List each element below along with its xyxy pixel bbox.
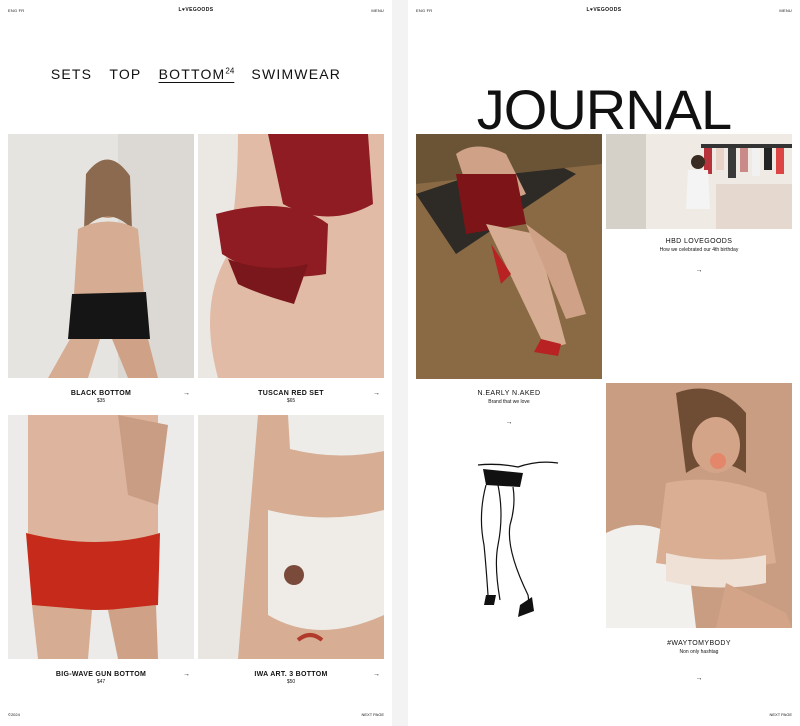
product-image-black-bottom [8, 134, 194, 378]
product-price: $35 [96, 398, 106, 404]
product-name[interactable]: IWA ART. 3 BOTTOM [198, 671, 384, 678]
journal-card-subtitle: Brand that we love [488, 399, 530, 405]
journal-footer: NEXT PAGE [408, 712, 800, 720]
menu-button[interactable]: MENU [371, 8, 384, 13]
product-photo[interactable] [8, 134, 194, 378]
journal-card-hbd[interactable]: HBD LOVEGOODS How we celebrated our 4th … [606, 238, 792, 274]
nav-bottom-label: BOTTOM [158, 66, 226, 82]
journal-image-store [606, 134, 792, 229]
shop-footer: ©2024 NEXT PAGE [0, 712, 392, 720]
journal-topbar: ENG FR L♥VEGOODS MENU [408, 6, 800, 16]
arrow-right-icon[interactable]: → [183, 671, 190, 678]
nav-sets[interactable]: SETS [51, 66, 92, 82]
journal-photo-waytomybody[interactable] [606, 383, 792, 628]
product-meta: TUSCAN RED SET $65 → [198, 378, 384, 408]
journal-photo-hbd[interactable] [606, 134, 792, 229]
journal-card-near-naked[interactable]: N.EARLY N.AKED Brand that we love → [416, 390, 602, 426]
journal-photo-near-naked[interactable] [416, 134, 602, 379]
arrow-right-icon[interactable]: → [183, 390, 190, 397]
product-meta: IWA ART. 3 BOTTOM $50 → [198, 659, 384, 689]
product-photo[interactable] [198, 415, 384, 659]
nav-top[interactable]: TOP [109, 66, 141, 82]
product-photo[interactable] [8, 415, 194, 659]
line-drawing-legs [477, 461, 559, 617]
arrow-right-icon[interactable]: → [416, 419, 602, 426]
shop-topbar: ENG FR L♥VEGOODS MENU [0, 6, 392, 16]
brand-logo[interactable]: L♥VEGOODS [179, 7, 214, 13]
product-price: $65 [286, 398, 296, 404]
journal-image-red-dress [416, 134, 602, 379]
arrow-right-icon[interactable]: → [373, 390, 380, 397]
nav-swimwear[interactable]: SWIMWEAR [251, 66, 341, 82]
journal-panel: ENG FR L♥VEGOODS MENU JOURNAL HBD LOVEGO… [408, 0, 800, 726]
product-price: $47 [96, 679, 106, 685]
journal-image-woman-peach [606, 383, 792, 628]
arrow-right-icon[interactable]: → [373, 671, 380, 678]
language-switch[interactable]: ENG FR [8, 8, 24, 13]
product-card[interactable]: IWA ART. 3 BOTTOM $50 → [198, 415, 384, 689]
arrow-right-icon[interactable]: → [606, 675, 792, 682]
shop-panel: ENG FR L♥VEGOODS MENU SETS TOP BOTTOM24 … [0, 0, 392, 726]
next-page-link[interactable]: NEXT PAGE [769, 712, 792, 717]
product-image-iwa-art-3-bottom [198, 415, 384, 659]
product-meta: BLACK BOTTOM $35 → [8, 378, 194, 408]
journal-card-subtitle: How we celebrated our 4th birthday [659, 247, 739, 253]
product-image-tuscan-red-set [198, 134, 384, 378]
product-card[interactable]: BLACK BOTTOM $35 → [8, 134, 194, 408]
journal-heading: JOURNAL [476, 78, 732, 141]
product-name[interactable]: TUSCAN RED SET [198, 390, 384, 397]
journal-card-title[interactable]: HBD LOVEGOODS [606, 238, 792, 245]
brand-logo[interactable]: L♥VEGOODS [587, 7, 622, 13]
arrow-right-icon[interactable]: → [606, 267, 792, 274]
copyright: ©2024 [8, 712, 20, 717]
product-price: $50 [286, 679, 296, 685]
language-switch[interactable]: ENG FR [416, 8, 432, 13]
panel-divider [392, 0, 408, 726]
journal-card-subtitle: Non only hashtag [679, 649, 719, 655]
journal-card-title[interactable]: #WAYTOMYBODY [606, 640, 792, 647]
journal-card-title[interactable]: N.EARLY N.AKED [416, 390, 602, 397]
product-card[interactable]: TUSCAN RED SET $65 → [198, 134, 384, 408]
product-name[interactable]: BIG-WAVE GUN BOTTOM [8, 671, 194, 678]
product-meta: BIG-WAVE GUN BOTTOM $47 → [8, 659, 194, 689]
product-photo[interactable] [198, 134, 384, 378]
journal-card-waytomybody[interactable]: #WAYTOMYBODY Non only hashtag → [606, 640, 792, 682]
product-card[interactable]: BIG-WAVE GUN BOTTOM $47 → [8, 415, 194, 689]
journal-illustration [458, 455, 568, 625]
product-image-big-wave-gun-bottom [8, 415, 194, 659]
product-name[interactable]: BLACK BOTTOM [8, 390, 194, 397]
next-page-link[interactable]: NEXT PAGE [361, 712, 384, 717]
nav-bottom[interactable]: BOTTOM24 [159, 66, 235, 82]
category-nav: SETS TOP BOTTOM24 SWIMWEAR [0, 66, 392, 82]
menu-button[interactable]: MENU [779, 8, 792, 13]
nav-bottom-count: 24 [225, 66, 235, 76]
